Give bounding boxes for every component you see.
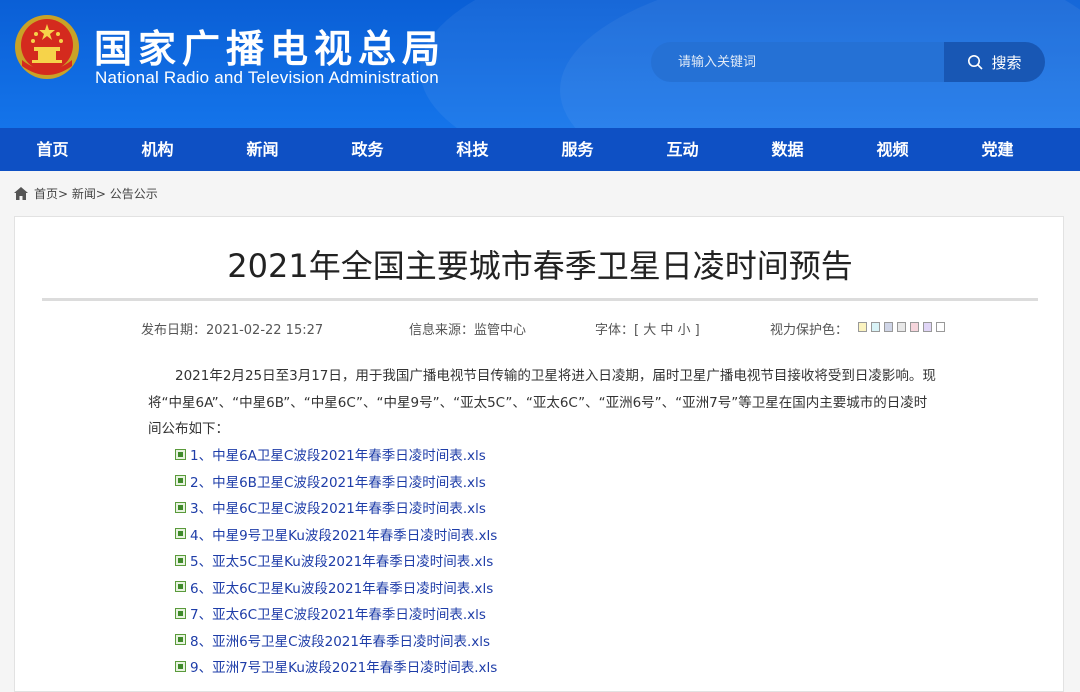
search-input[interactable] xyxy=(651,42,943,82)
attachment-label: 6、亚太6C卫星Ku波段2021年春季日凌时间表.xls xyxy=(190,580,494,597)
attachment-label: 5、亚太5C卫星Ku波段2021年春季日凌时间表.xls xyxy=(190,554,494,571)
org-name-en[interactable]: National Radio and Television Administra… xyxy=(95,68,439,88)
info-source: 信息来源：监管中心 xyxy=(409,323,527,338)
swatch-grey[interactable] xyxy=(897,322,906,332)
xls-file-icon xyxy=(175,448,186,460)
eye-care-swatches xyxy=(858,322,945,332)
nav-item-institutions[interactable]: 机构 xyxy=(105,128,210,171)
attachment-link[interactable]: 8、亚洲6号卫星C波段2021年春季日凌时间表.xls xyxy=(175,627,497,654)
attachment-label: 4、中星9号卫星Ku波段2021年春季日凌时间表.xls xyxy=(190,527,498,544)
attachment-label: 7、亚太6C卫星C波段2021年春季日凌时间表.xls xyxy=(190,607,486,624)
attachment-link[interactable]: 7、亚太6C卫星C波段2021年春季日凌时间表.xls xyxy=(175,600,497,627)
nav-item-news[interactable]: 新闻 xyxy=(210,128,315,171)
swatch-cyan[interactable] xyxy=(871,322,880,332)
attachment-link[interactable]: 6、亚太6C卫星Ku波段2021年春季日凌时间表.xls xyxy=(175,574,497,601)
home-icon xyxy=(14,187,28,200)
site-header: 国家广播电视总局 National Radio and Television A… xyxy=(0,0,1080,128)
xls-file-icon xyxy=(175,607,186,619)
title-divider xyxy=(42,298,1038,301)
breadcrumb-news[interactable]: 新闻> xyxy=(72,185,106,202)
xls-file-icon xyxy=(175,528,186,540)
nav-item-video[interactable]: 视频 xyxy=(840,128,945,171)
breadcrumb-current[interactable]: 公告公示 xyxy=(110,185,158,202)
eye-care-label: 视力保护色： xyxy=(770,323,849,338)
attachment-list: 1、中星6A卫星C波段2021年春季日凌时间表.xls 2、中星6B卫星C波段2… xyxy=(175,441,497,680)
search-button-label: 搜索 xyxy=(991,53,1022,72)
nav-item-technology[interactable]: 科技 xyxy=(420,128,525,171)
nav-item-government-affairs[interactable]: 政务 xyxy=(315,128,420,171)
attachment-link[interactable]: 4、中星9号卫星Ku波段2021年春季日凌时间表.xls xyxy=(175,521,497,548)
national-emblem-icon[interactable] xyxy=(14,14,80,80)
swatch-purple[interactable] xyxy=(923,322,932,332)
nav-item-party-building[interactable]: 党建 xyxy=(945,128,1050,171)
attachment-label: 2、中星6B卫星C波段2021年春季日凌时间表.xls xyxy=(190,474,486,491)
search-bar: 搜索 xyxy=(651,42,1045,82)
breadcrumb-home[interactable]: 首页> xyxy=(34,185,68,202)
breadcrumb: 首页> 新闻> 公告公示 xyxy=(0,171,1080,216)
article-card: 2021年全国主要城市春季卫星日凌时间预告 发布日期：2021-02-22 15… xyxy=(14,216,1064,692)
article-title: 2021年全国主要城市春季卫星日凌时间预告 xyxy=(227,247,853,285)
swatch-blue[interactable] xyxy=(884,322,893,332)
nav-item-services[interactable]: 服务 xyxy=(525,128,630,171)
swatch-pink[interactable] xyxy=(910,322,919,332)
paragraph-text: 2021年2月25日至3月17日，用于我国广播电视节目传输的卫星将进入日凌期，届… xyxy=(148,368,936,437)
attachment-label: 1、中星6A卫星C波段2021年春季日凌时间表.xls xyxy=(190,448,486,465)
attachment-label: 3、中星6C卫星C波段2021年春季日凌时间表.xls xyxy=(190,501,486,518)
font-size-selector[interactable]: 字体：[ 大 中 小 ] xyxy=(595,319,700,338)
xls-file-icon xyxy=(175,554,186,566)
nav-item-home[interactable]: 首页 xyxy=(0,128,105,171)
attachment-label: 8、亚洲6号卫星C波段2021年春季日凌时间表.xls xyxy=(190,633,491,650)
attachment-label: 9、亚洲7号卫星Ku波段2021年春季日凌时间表.xls xyxy=(190,660,498,677)
search-icon xyxy=(968,55,984,70)
article-paragraph: 2021年2月25日至3月17日，用于我国广播电视节目传输的卫星将进入日凌期，届… xyxy=(148,363,938,443)
nav-item-data[interactable]: 数据 xyxy=(735,128,840,171)
search-button[interactable]: 搜索 xyxy=(944,42,1045,82)
publish-date: 发布日期：2021-02-22 15:27 xyxy=(141,323,324,338)
attachment-link[interactable]: 1、中星6A卫星C波段2021年春季日凌时间表.xls xyxy=(175,441,497,468)
xls-file-icon xyxy=(175,501,186,513)
attachment-link[interactable]: 9、亚洲7号卫星Ku波段2021年春季日凌时间表.xls xyxy=(175,653,497,680)
nav-item-interaction[interactable]: 互动 xyxy=(630,128,735,171)
xls-file-icon xyxy=(175,660,186,672)
main-nav: 首页 机构 新闻 政务 科技 服务 互动 数据 视频 党建 xyxy=(0,128,1080,171)
attachment-link[interactable]: 3、中星6C卫星C波段2021年春季日凌时间表.xls xyxy=(175,494,497,521)
xls-file-icon xyxy=(175,634,186,646)
xls-file-icon xyxy=(175,581,186,593)
attachment-link[interactable]: 5、亚太5C卫星Ku波段2021年春季日凌时间表.xls xyxy=(175,547,497,574)
xls-file-icon xyxy=(175,475,186,487)
swatch-white[interactable] xyxy=(936,322,945,332)
attachment-link[interactable]: 2、中星6B卫星C波段2021年春季日凌时间表.xls xyxy=(175,468,497,495)
org-name-cn[interactable]: 国家广播电视总局 xyxy=(94,18,446,73)
swatch-yellow[interactable] xyxy=(858,322,867,332)
